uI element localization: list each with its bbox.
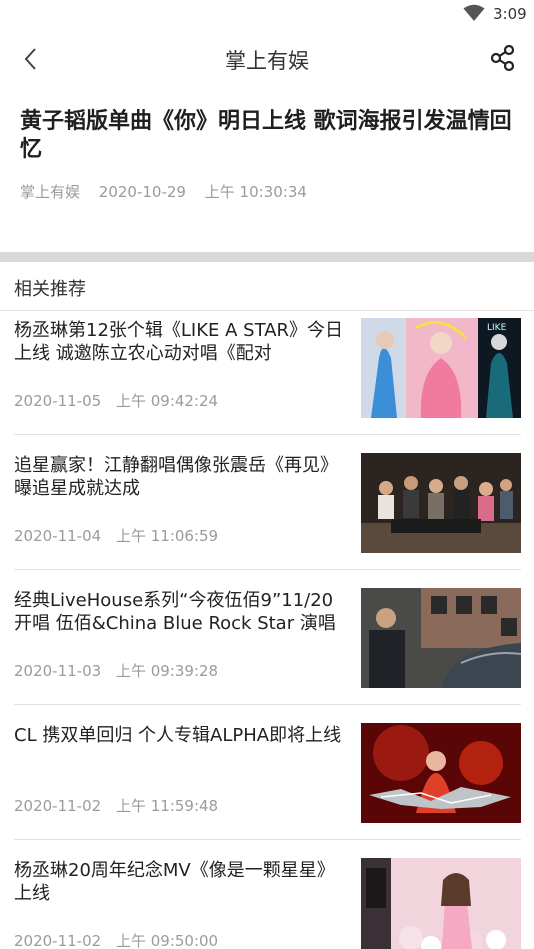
article-header: 黄子韬版单曲《你》明日上线 歌词海报引发温情回忆 掌上有娱 2020-10-29…	[20, 108, 520, 201]
app-title: 掌上有娱	[225, 49, 309, 73]
news-date-time: 上午 09:42:24	[115, 392, 219, 410]
status-bar: 3:09	[0, 0, 534, 28]
news-thumbnail	[361, 453, 521, 553]
news-date-day: 2020-11-03	[14, 662, 102, 680]
share-icon[interactable]	[488, 43, 518, 73]
wifi-icon	[463, 4, 485, 21]
section-divider	[0, 252, 534, 262]
list-item[interactable]: 追星赢家！江静翻唱偶像张震岳《再见》曝追星成就达成 2020-11-04 上午 …	[0, 446, 534, 581]
news-date-day: 2020-11-05	[14, 392, 102, 410]
news-date-day: 2020-11-02	[14, 797, 102, 815]
news-date: 2020-11-02 上午 09:50:00	[14, 930, 228, 949]
news-headline: 杨丞琳20周年纪念MV《像是一颗星星》上线	[14, 860, 335, 904]
news-thumbnail	[361, 723, 521, 823]
news-date: 2020-11-02 上午 11:59:48	[14, 795, 228, 816]
news-headline: 经典LiveHouse系列“今夜伍佰9”11/20开唱 伍佰&China Blu…	[14, 590, 336, 634]
list-item[interactable]: 杨丞琳第12张个辑《LIKE A STAR》今日上线 诚邀陈立农心动对唱《配对 …	[0, 311, 534, 446]
item-separator	[14, 569, 521, 570]
news-date-time: 上午 11:59:48	[115, 797, 219, 815]
news-thumbnail	[361, 588, 521, 688]
news-date: 2020-11-03 上午 09:39:28	[14, 660, 228, 681]
svg-text:LIKE: LIKE	[487, 323, 507, 333]
news-date-time: 上午 11:06:59	[115, 527, 219, 545]
list-item[interactable]: 经典LiveHouse系列“今夜伍佰9”11/20开唱 伍佰&China Blu…	[0, 581, 534, 716]
article-meta: 掌上有娱 2020-10-29 上午 10:30:34	[20, 181, 321, 202]
item-separator	[14, 839, 521, 840]
related-section-title: 相关推荐	[14, 279, 86, 300]
list-item[interactable]: 杨丞琳20周年纪念MV《像是一颗星星》上线 2020-11-02 上午 09:5…	[0, 851, 534, 949]
news-thumbnail: LIKE	[361, 318, 521, 418]
item-separator	[14, 434, 521, 435]
news-date-day: 2020-11-04	[14, 527, 102, 545]
list-item[interactable]: CL 携双单回归 个人专辑ALPHA即将上线 2020-11-02 上午 11:…	[0, 716, 534, 851]
news-date-day: 2020-11-02	[14, 932, 102, 949]
news-thumbnail	[361, 858, 521, 949]
app-bar: 掌上有娱	[0, 30, 534, 88]
article-title: 黄子韬版单曲《你》明日上线 歌词海报引发温情回忆	[20, 109, 512, 162]
status-time: 3:09	[493, 5, 527, 23]
news-date: 2020-11-04 上午 11:06:59	[14, 525, 228, 546]
news-date: 2020-11-05 上午 09:42:24	[14, 390, 228, 411]
news-date-time: 上午 09:39:28	[115, 662, 219, 680]
article-time: 上午 10:30:34	[204, 183, 307, 201]
article-source: 掌上有娱	[20, 183, 81, 201]
news-headline: CL 携双单回归 个人专辑ALPHA即将上线	[14, 725, 342, 746]
article-date: 2020-10-29	[98, 183, 186, 201]
news-headline: 追星赢家！江静翻唱偶像张震岳《再见》曝追星成就达成	[14, 455, 338, 499]
item-separator	[14, 704, 521, 705]
news-date-time: 上午 09:50:00	[115, 932, 219, 949]
news-headline: 杨丞琳第12张个辑《LIKE A STAR》今日上线 诚邀陈立农心动对唱《配对	[14, 320, 344, 364]
